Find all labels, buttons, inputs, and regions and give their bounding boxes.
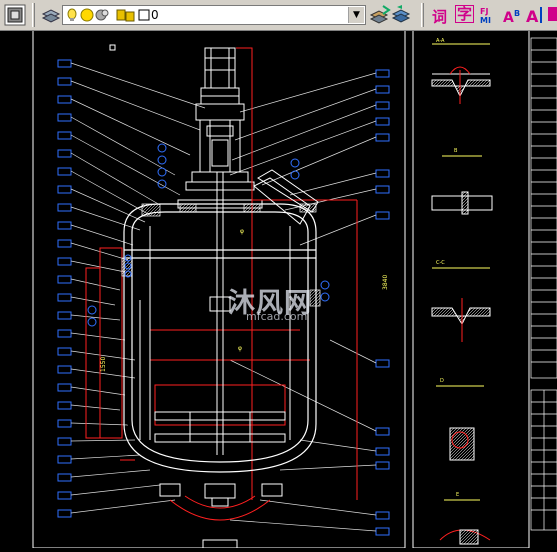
- layer-states-button[interactable]: [40, 4, 62, 26]
- right-callout-labels: [375, 69, 390, 536]
- text-scale-button[interactable]: A B: [502, 4, 524, 26]
- manhole-nozzle: [253, 169, 319, 225]
- agitator-shaft: [216, 172, 224, 455]
- left-callout-labels: [57, 59, 72, 518]
- reactor-vessel: [123, 203, 317, 473]
- detail-views: [431, 43, 493, 545]
- drawing-canvas[interactable]: φ φ 3840 1550 A-A B C-C D E 沐风网 mfcad.com: [0, 27, 557, 549]
- svg-text:A: A: [503, 10, 514, 26]
- svg-text:D: D: [440, 378, 444, 384]
- justify-text-icon: A: [526, 7, 542, 26]
- svg-text:E: E: [456, 492, 459, 498]
- text-find-button[interactable]: [547, 4, 557, 26]
- toolbar-grip: [32, 3, 35, 27]
- drawing-frame-right: [412, 27, 530, 549]
- layer-manager-icon: [4, 4, 26, 26]
- parts-table: [530, 37, 557, 531]
- layer-dropdown[interactable]: 0 ▼: [62, 5, 366, 25]
- layer-name: 0: [151, 8, 159, 22]
- single-line-text-button[interactable]: 词: [432, 6, 447, 27]
- svg-text:A-A: A-A: [436, 38, 445, 44]
- layer-previous-icon: [391, 5, 411, 23]
- svg-text:C-C: C-C: [436, 260, 445, 266]
- svg-text:FJ: FJ: [480, 7, 488, 16]
- bottom-outlet: [159, 483, 283, 549]
- scale-text-icon: A B: [503, 9, 520, 26]
- watermark-url: mfcad.com: [246, 310, 308, 323]
- svg-text:B: B: [454, 148, 458, 154]
- motor-drive-assembly: [177, 47, 263, 209]
- svg-text:φ: φ: [240, 228, 244, 235]
- chevron-down-icon[interactable]: ▼: [348, 7, 364, 23]
- find-text-icon: [548, 7, 557, 21]
- svg-text:B: B: [514, 9, 520, 18]
- layer-state-icons: [67, 8, 150, 22]
- svg-text:A: A: [526, 7, 539, 26]
- svg-text:φ: φ: [238, 345, 242, 352]
- toolbar: 0 ▼ 词 字 FJ MI A B A: [0, 0, 557, 31]
- dimension-arcs: [169, 495, 271, 521]
- make-layer-current-button[interactable]: [369, 4, 391, 26]
- svg-text:1550: 1550: [100, 357, 107, 372]
- svg-text:3840: 3840: [382, 275, 389, 290]
- svg-text:MI: MI: [480, 16, 491, 25]
- multiline-text-button[interactable]: 字: [455, 5, 475, 23]
- layer-previous-button[interactable]: [391, 4, 413, 26]
- drawing-frame-left: [32, 27, 406, 549]
- layers-stack-icon: [41, 9, 61, 23]
- layer-manager-button[interactable]: [4, 4, 26, 26]
- font-style-icon: FJ MI: [480, 7, 491, 25]
- layer-current-icon: [369, 5, 391, 24]
- text-style-button[interactable]: FJ MI: [478, 4, 500, 26]
- text-justify-button[interactable]: A: [525, 4, 547, 26]
- toolbar-grip: [421, 3, 424, 27]
